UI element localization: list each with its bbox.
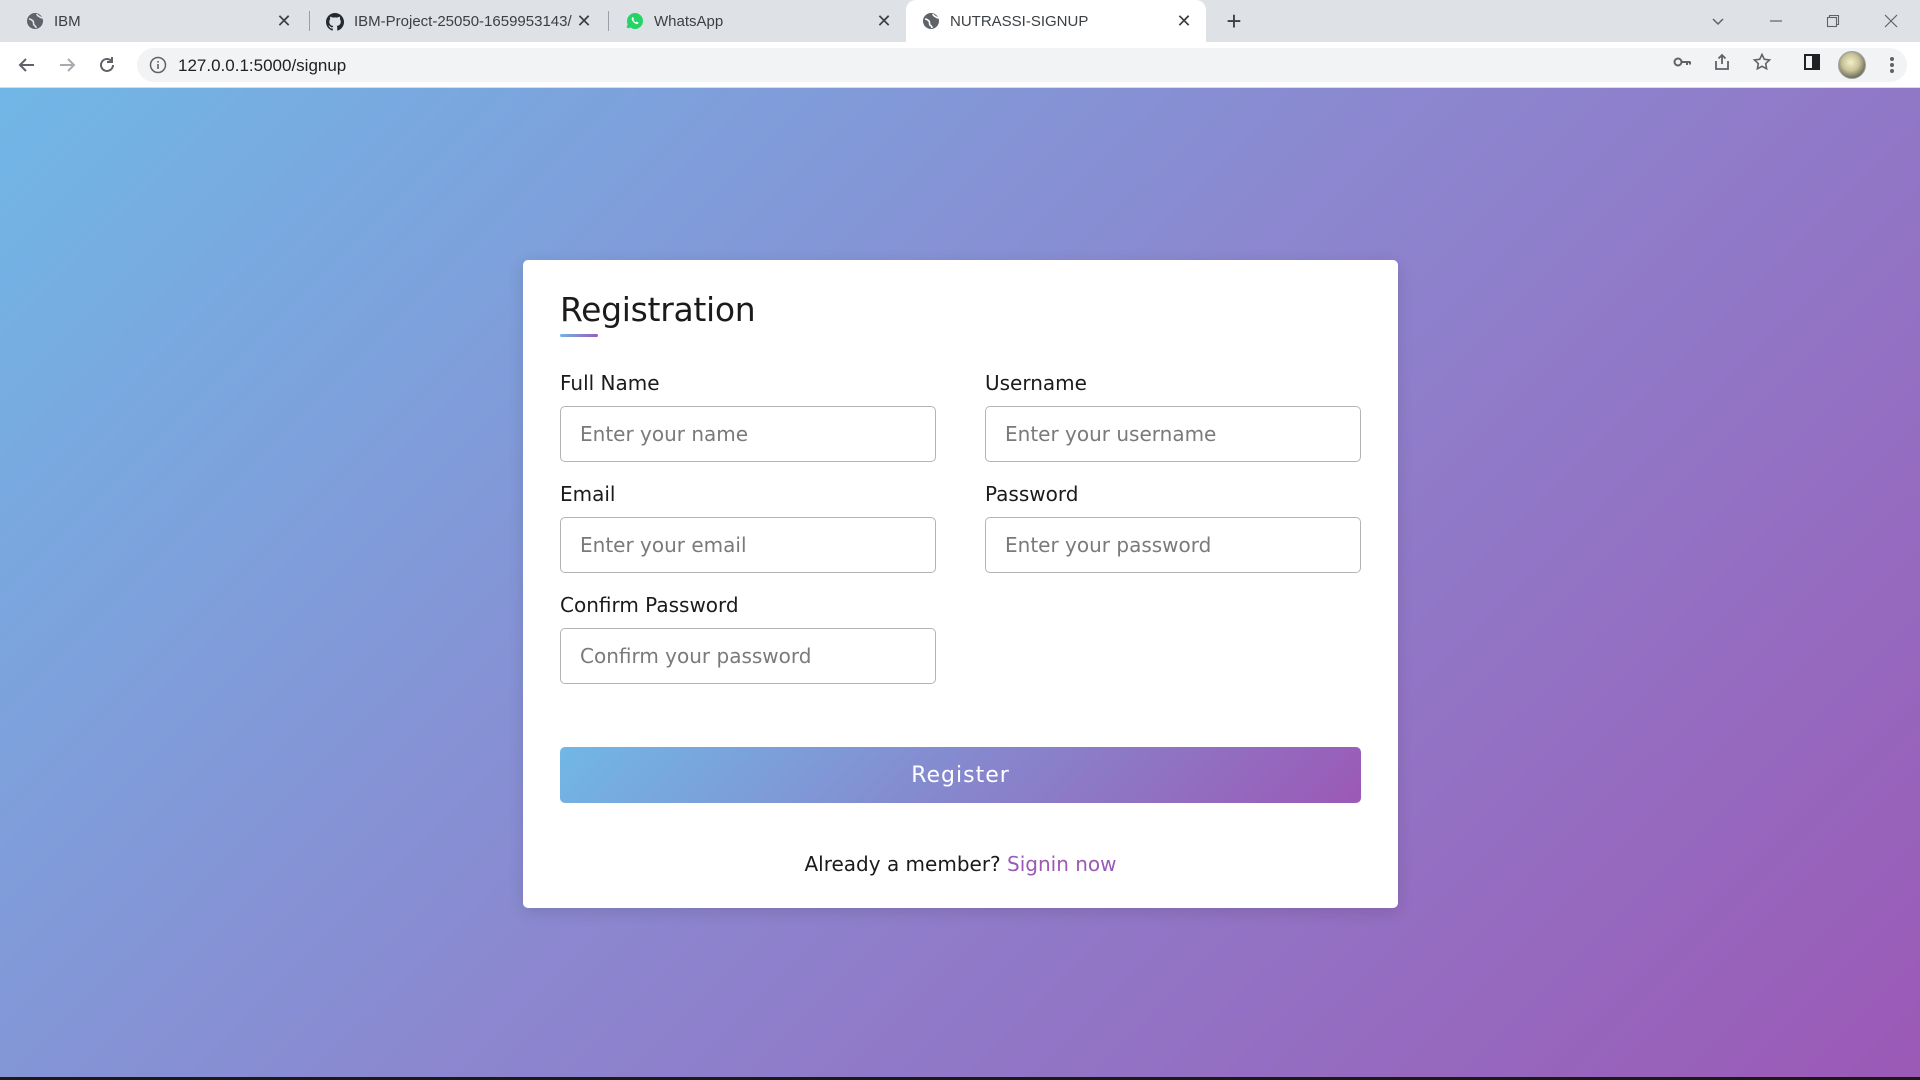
username-label: Username — [985, 371, 1087, 395]
tab-nutrassi-signup[interactable]: NUTRASSI-SIGNUP ✕ — [906, 0, 1206, 42]
confirm-password-label: Confirm Password — [560, 593, 739, 617]
tab-github[interactable]: IBM-Project-25050-1659953143/ ✕ — [300, 0, 606, 42]
password-label: Password — [985, 482, 1079, 506]
title-underline — [560, 334, 598, 337]
info-icon[interactable] — [149, 56, 167, 74]
confirm-password-input[interactable] — [560, 628, 936, 684]
form-title: Registration — [560, 290, 756, 329]
email-label: Email — [560, 482, 616, 506]
address-bar[interactable]: 127.0.0.1:5000/signup — [137, 48, 1907, 82]
tab-title: NUTRASSI-SIGNUP — [950, 12, 1089, 30]
side-panel-icon[interactable] — [1800, 50, 1824, 74]
close-icon[interactable]: ✕ — [574, 11, 594, 31]
profile-avatar[interactable] — [1838, 51, 1866, 79]
key-icon[interactable] — [1670, 50, 1694, 74]
restore-icon[interactable] — [1818, 6, 1848, 36]
signin-prompt: Already a member? — [804, 852, 1001, 876]
minimize-icon[interactable] — [1761, 6, 1791, 36]
window-close-icon[interactable] — [1876, 6, 1906, 36]
page-viewport: Registration Full Name Username Email Pa… — [0, 88, 1920, 1077]
url-text[interactable]: 127.0.0.1:5000/signup — [178, 56, 346, 76]
back-icon[interactable] — [12, 50, 42, 80]
tab-whatsapp[interactable]: WhatsApp ✕ — [600, 0, 906, 42]
globe-icon — [922, 12, 940, 30]
password-input[interactable] — [985, 517, 1361, 573]
reload-icon[interactable] — [92, 50, 122, 80]
tab-title: IBM — [54, 12, 81, 30]
email-input[interactable] — [560, 517, 936, 573]
signin-row: Already a member? Signin now — [523, 852, 1398, 876]
more-menu-icon[interactable] — [1880, 50, 1904, 80]
register-button[interactable]: Register — [560, 747, 1361, 803]
username-input[interactable] — [985, 406, 1361, 462]
close-icon[interactable]: ✕ — [874, 11, 894, 31]
close-icon[interactable]: ✕ — [1174, 11, 1194, 31]
globe-icon — [26, 12, 44, 30]
whatsapp-icon — [626, 12, 644, 30]
github-icon — [326, 12, 344, 31]
share-icon[interactable] — [1710, 50, 1734, 74]
tab-title: IBM-Project-25050-1659953143/ — [354, 12, 572, 30]
browser-toolbar: 127.0.0.1:5000/signup — [0, 42, 1920, 88]
tab-search-icon[interactable] — [1703, 6, 1733, 36]
full-name-input[interactable] — [560, 406, 936, 462]
close-icon[interactable]: ✕ — [274, 11, 294, 31]
bookmark-star-icon[interactable] — [1750, 50, 1774, 74]
tab-ibm[interactable]: IBM ✕ — [0, 0, 306, 42]
full-name-label: Full Name — [560, 371, 660, 395]
forward-icon[interactable] — [52, 50, 82, 80]
tab-title: WhatsApp — [654, 12, 724, 30]
tab-strip: IBM ✕ IBM-Project-25050-1659953143/ ✕ Wh… — [0, 0, 1920, 42]
signin-link[interactable]: Signin now — [1007, 852, 1116, 876]
registration-card: Registration Full Name Username Email Pa… — [523, 260, 1398, 908]
new-tab-button[interactable]: + — [1219, 6, 1249, 36]
